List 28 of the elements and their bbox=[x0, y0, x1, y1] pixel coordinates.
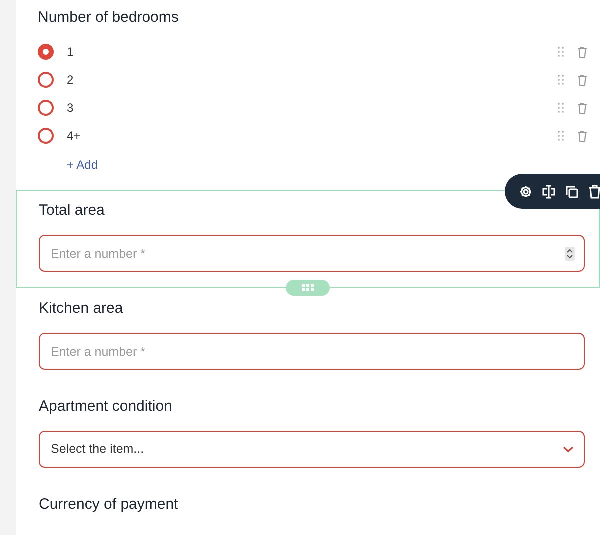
radio-button[interactable] bbox=[38, 128, 54, 144]
radio-button[interactable] bbox=[38, 44, 54, 60]
field-label: Total area bbox=[39, 201, 106, 221]
option-label: 1 bbox=[67, 44, 75, 61]
option-label: 3 bbox=[67, 100, 75, 117]
field-label: Apartment condition bbox=[39, 397, 174, 417]
drag-handle-icon[interactable] bbox=[557, 102, 565, 114]
option-label: 2 bbox=[67, 72, 75, 89]
split-icon[interactable] bbox=[542, 184, 556, 198]
radio-button[interactable] bbox=[38, 100, 54, 116]
input-field[interactable]: Enter a number * bbox=[39, 333, 585, 370]
option-label: 4+ bbox=[67, 128, 82, 145]
resize-handle[interactable] bbox=[286, 280, 330, 296]
spinner-icon[interactable] bbox=[565, 247, 575, 261]
gear-icon[interactable] bbox=[519, 184, 533, 198]
grip-icon[interactable] bbox=[302, 284, 314, 292]
select-field[interactable]: Select the item... bbox=[39, 431, 585, 468]
add-option-link[interactable]: + Add bbox=[67, 156, 98, 174]
field-label: Currency of payment bbox=[39, 495, 180, 515]
radio-button[interactable] bbox=[38, 72, 54, 88]
input-field[interactable]: Enter a number * bbox=[39, 235, 585, 272]
chevron-down-icon[interactable] bbox=[563, 446, 574, 454]
drag-handle-icon[interactable] bbox=[557, 46, 565, 58]
drag-handle-icon[interactable] bbox=[557, 130, 565, 142]
field-label: Kitchen area bbox=[39, 299, 124, 319]
drag-handle-icon[interactable] bbox=[557, 74, 565, 86]
question-label: Number of bedrooms bbox=[38, 8, 180, 28]
copy-icon[interactable] bbox=[565, 184, 579, 198]
